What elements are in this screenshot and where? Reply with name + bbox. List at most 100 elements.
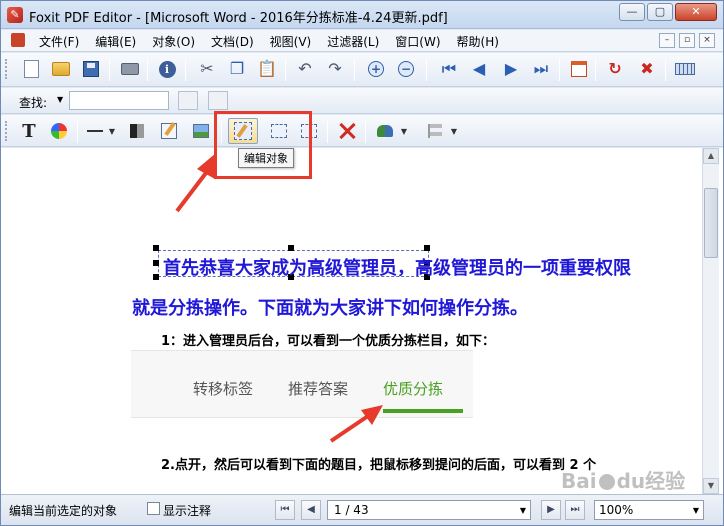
calendar-icon	[571, 61, 587, 77]
delete-object-button[interactable]	[335, 120, 359, 142]
watermark-text-right: du经验	[616, 469, 686, 493]
align-button[interactable]	[423, 120, 447, 142]
find-toolbar: 查找: ▼	[1, 88, 723, 114]
delete-page-button[interactable]: ✖	[635, 58, 659, 80]
menu-file[interactable]: 文件(F)	[31, 33, 87, 50]
cut-button[interactable]: ✂	[195, 58, 219, 80]
resize-handle[interactable]	[424, 245, 430, 251]
status-last-page-button[interactable]: ⏭	[565, 500, 585, 520]
resize-handle[interactable]	[153, 245, 159, 251]
rotate-page-button[interactable]: ↻	[603, 58, 627, 80]
properties-button[interactable]: i	[155, 58, 179, 80]
show-annotations-label[interactable]: 显示注释	[163, 502, 211, 519]
find-dropdown-icon[interactable]: ▼	[57, 95, 63, 104]
last-page-icon: ⏭	[570, 504, 580, 515]
shape-tool-button[interactable]	[125, 120, 149, 142]
zoom-level: 100%	[599, 503, 634, 517]
find-previous-button[interactable]	[178, 91, 198, 110]
toolbar-separator	[365, 121, 366, 143]
app-window: ✎ Foxit PDF Editor - [Microsoft Word - 2…	[0, 0, 724, 526]
first-page-button[interactable]: ⏮	[437, 58, 461, 80]
scroll-thumb[interactable]	[704, 188, 718, 258]
doc-minimize-button[interactable]: –	[659, 33, 675, 48]
text-tool-button[interactable]: T	[17, 120, 41, 142]
menu-object[interactable]: 对象(O)	[144, 33, 203, 50]
previous-page-icon: ◀	[307, 504, 315, 515]
last-page-icon: ⏭	[533, 59, 549, 78]
previous-page-button[interactable]: ◀	[467, 58, 491, 80]
zoom-select[interactable]: 100% ▼	[594, 500, 704, 520]
baidu-paw-icon	[598, 474, 615, 490]
show-annotations-checkbox[interactable]	[147, 502, 160, 515]
toolbar-grip[interactable]	[5, 121, 8, 141]
doc-restore-button[interactable]: ▫	[679, 33, 695, 48]
group-button[interactable]	[373, 120, 397, 142]
toolbar-separator	[354, 59, 355, 81]
menu-window[interactable]: 窗口(W)	[387, 33, 448, 50]
line-tool-button[interactable]	[83, 120, 107, 142]
status-first-page-button[interactable]: ⏮	[275, 500, 295, 520]
close-button[interactable]: ✕	[675, 3, 717, 21]
status-previous-page-button[interactable]: ◀	[301, 500, 321, 520]
next-page-button[interactable]: ▶	[499, 58, 523, 80]
last-page-button[interactable]: ⏭	[529, 58, 553, 80]
menu-edit[interactable]: 编辑(E)	[87, 33, 144, 50]
zoom-out-button[interactable]: −	[394, 58, 418, 80]
zoom-in-button[interactable]: +	[364, 58, 388, 80]
open-folder-icon	[52, 62, 70, 76]
resize-handle[interactable]	[153, 260, 159, 266]
redo-button[interactable]: ↷	[323, 58, 347, 80]
save-button[interactable]	[79, 58, 103, 80]
doc-close-button[interactable]: ×	[699, 33, 715, 48]
align-dropdown[interactable]: ▼	[447, 120, 461, 142]
color-tool-button[interactable]	[47, 120, 71, 142]
new-document-button[interactable]	[19, 58, 43, 80]
find-next-button[interactable]	[208, 91, 228, 110]
vertical-scrollbar[interactable]: ▲ ▼	[702, 148, 719, 494]
edit-toolbar: T ▼ ▼ ▼	[1, 115, 723, 147]
toolbar-separator	[147, 59, 148, 81]
embedded-screenshot[interactable]: 转移标签 推荐答案 优质分拣	[131, 350, 473, 418]
menu-filter[interactable]: 过滤器(L)	[319, 33, 387, 50]
find-label: 查找:	[19, 96, 48, 110]
step-2-text[interactable]: 2.点开，然后可以看到下面的题目，把鼠标移到提问的后面，可以看到 2 个	[161, 454, 596, 473]
first-page-icon: ⏮	[280, 504, 290, 515]
line-tool-dropdown[interactable]: ▼	[105, 120, 119, 142]
main-toolbar: i ✂ ❐ 📋 ↶ ↷ + − ⏮ ◀ ▶ ⏭ ↻ ✖	[1, 53, 723, 87]
open-button[interactable]	[49, 58, 73, 80]
menu-help[interactable]: 帮助(H)	[449, 33, 507, 50]
menu-view[interactable]: 视图(V)	[262, 33, 320, 50]
resize-handle[interactable]	[153, 274, 159, 280]
paste-icon: 📋	[257, 59, 277, 78]
keyboard-button[interactable]	[673, 58, 697, 80]
save-icon	[83, 61, 99, 77]
maximize-button[interactable]: ▢	[647, 3, 673, 21]
find-input[interactable]	[69, 91, 169, 110]
menu-document[interactable]: 文档(D)	[203, 33, 262, 50]
step-1-text[interactable]: 1：进入管理员后台，可以看到一个优质分拣栏目，如下：	[161, 330, 495, 349]
image-tool-button[interactable]	[189, 120, 213, 142]
page-info-button[interactable]	[567, 58, 591, 80]
toolbar-grip[interactable]	[5, 59, 8, 79]
heading-line-2[interactable]: 就是分拣操作。下面就为大家讲下如何操作分拣。	[132, 294, 528, 320]
scroll-up-icon[interactable]: ▲	[703, 148, 719, 164]
status-next-page-button[interactable]: ▶	[541, 500, 561, 520]
toolbar-separator	[285, 59, 286, 81]
document-menu-icon[interactable]	[11, 33, 25, 47]
edit-text-button[interactable]	[157, 120, 181, 142]
undo-button[interactable]: ↶	[293, 58, 317, 80]
scroll-down-icon[interactable]: ▼	[703, 478, 719, 494]
toolbar-separator	[77, 121, 78, 143]
next-page-icon: ▶	[547, 504, 555, 515]
page-number-select[interactable]: 1 / 43 ▼	[327, 500, 531, 520]
cut-icon: ✂	[200, 59, 214, 78]
print-button[interactable]	[118, 58, 142, 80]
group-dropdown[interactable]: ▼	[397, 120, 411, 142]
document-view[interactable]	[1, 148, 723, 494]
paste-button[interactable]: 📋	[255, 58, 279, 80]
minimize-button[interactable]: —	[619, 3, 645, 21]
copy-button[interactable]: ❐	[225, 58, 249, 80]
heading-line-1[interactable]: 首先恭喜大家成为高级管理员，高级管理员的一项重要权限	[163, 254, 631, 280]
resize-handle[interactable]	[288, 245, 294, 251]
toolbar-separator	[109, 59, 110, 81]
